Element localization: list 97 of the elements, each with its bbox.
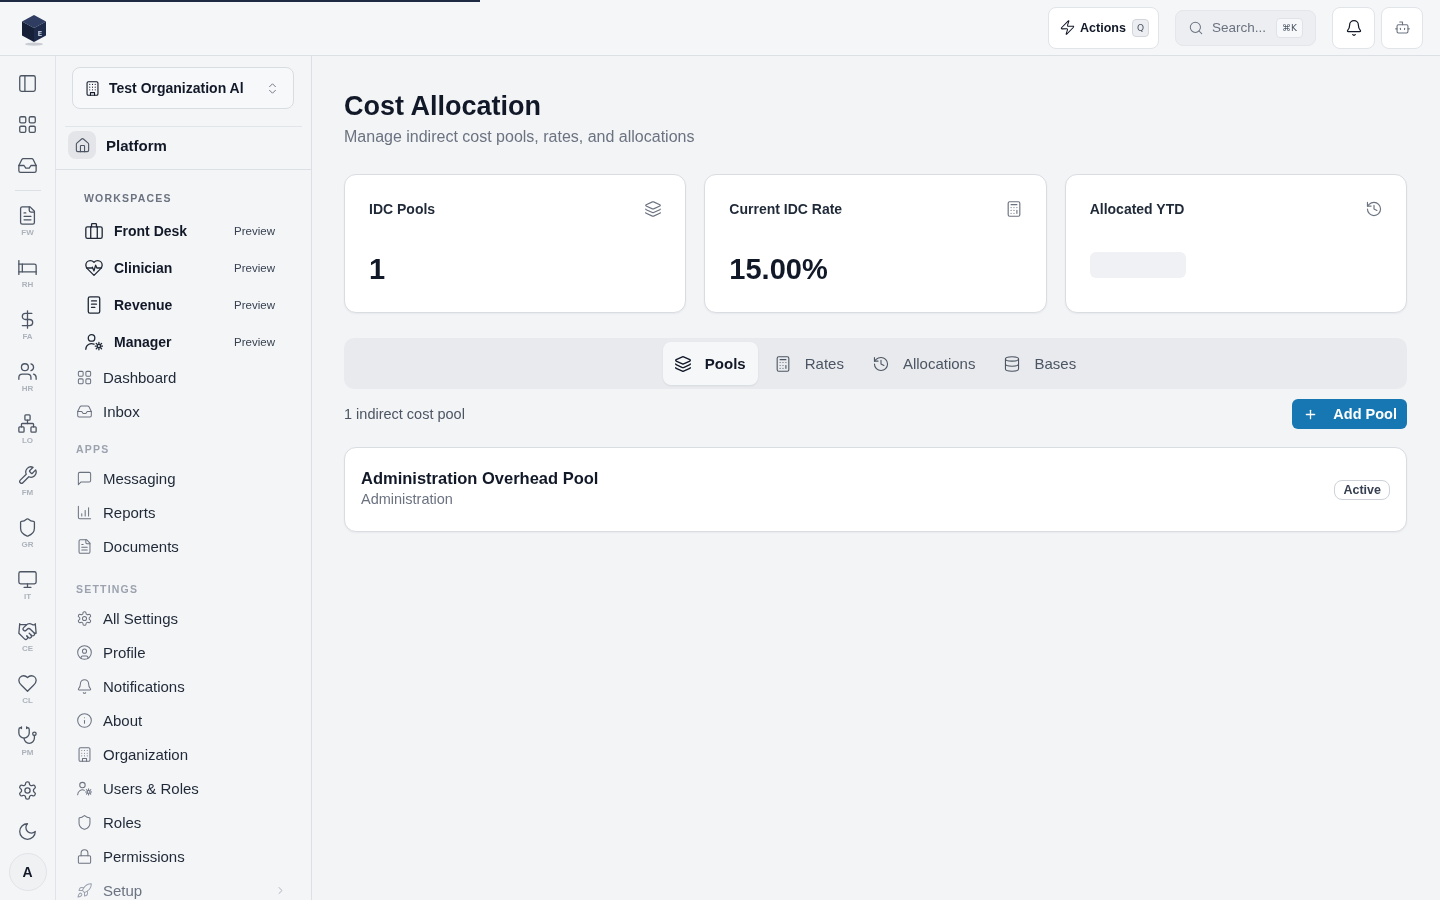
document-icon xyxy=(18,205,37,225)
nav-link[interactable]: Reports xyxy=(76,495,287,529)
document-lines-icon xyxy=(85,295,103,314)
section-heading: WORKSPACES xyxy=(84,191,173,205)
calculator-icon xyxy=(774,355,791,372)
keyboard-shortcut: Q xyxy=(1131,18,1149,37)
add-pool-button[interactable]: Add Pool xyxy=(1292,399,1407,429)
document-icon xyxy=(77,538,92,554)
robot-icon xyxy=(1394,20,1410,35)
grid-icon xyxy=(18,114,37,134)
settings-icon xyxy=(77,610,92,626)
preview-label: Preview xyxy=(234,261,275,274)
nav-link[interactable]: Documents xyxy=(76,529,287,563)
status-badge: Active xyxy=(1334,479,1390,500)
moon-icon xyxy=(18,821,37,841)
pool-name: Administration Overhead Pool xyxy=(361,467,599,488)
bar-chart-icon xyxy=(77,504,92,520)
tab[interactable]: Rates xyxy=(762,342,856,385)
nav-link[interactable]: Organization xyxy=(76,737,287,771)
calculator-icon xyxy=(1005,201,1022,217)
stat-label: IDC Pools xyxy=(369,201,436,217)
history-icon xyxy=(872,355,889,372)
nav-link[interactable]: Roles xyxy=(76,805,287,839)
monitor-icon xyxy=(18,569,37,589)
nav-link[interactable]: All Settings xyxy=(76,601,287,635)
preview-label: Preview xyxy=(234,298,275,311)
message-icon xyxy=(77,470,92,486)
search-icon xyxy=(1189,20,1203,35)
organization-switcher[interactable]: Test Organization Al xyxy=(72,67,294,109)
panel-icon xyxy=(18,73,37,93)
info-icon xyxy=(77,712,92,728)
nav-group-link[interactable]: Setup xyxy=(76,873,287,900)
heart-icon xyxy=(18,673,37,693)
actions-button[interactable]: Actions Q xyxy=(1048,6,1159,49)
people-icon xyxy=(18,361,37,381)
user-gear-icon xyxy=(77,780,92,796)
stat-label: Current IDC Rate xyxy=(729,201,843,217)
nav-link[interactable]: Messaging xyxy=(76,461,287,495)
tab[interactable]: Pools xyxy=(662,342,758,385)
handshake-icon xyxy=(18,621,37,641)
preview-label: Preview xyxy=(234,224,275,237)
nav-link[interactable]: Dashboard xyxy=(76,360,287,394)
section-heading: SETTINGS xyxy=(76,582,140,596)
nav-link[interactable]: Inbox xyxy=(76,394,287,428)
stat-value: 15.00% xyxy=(729,252,829,286)
shield-icon xyxy=(77,814,92,830)
workspace-link[interactable]: Front Desk xyxy=(85,221,188,240)
wrench-icon xyxy=(18,465,37,485)
database-icon xyxy=(1004,355,1021,372)
nav-link[interactable]: Users & Roles xyxy=(76,771,287,805)
nav-link[interactable]: About xyxy=(76,703,287,737)
hierarchy-icon xyxy=(18,413,37,433)
nav-link[interactable]: Profile xyxy=(76,635,287,669)
suitcase-icon xyxy=(85,221,103,240)
page-title: Cost Allocation xyxy=(344,90,542,123)
platform-link[interactable]: Platform xyxy=(68,131,299,159)
workspace-link[interactable]: Clinician xyxy=(85,258,173,277)
section-heading: APPS xyxy=(76,442,111,456)
chevrons-icon xyxy=(266,81,279,95)
workspace-link[interactable]: Revenue xyxy=(85,295,173,314)
notifications-button[interactable] xyxy=(1332,6,1375,49)
keyboard-shortcut: ⌘K xyxy=(1276,17,1303,38)
workspace-link[interactable]: Manager xyxy=(85,332,172,351)
bed-icon xyxy=(18,257,37,277)
stethoscope-icon xyxy=(18,725,37,745)
lock-icon xyxy=(77,848,92,864)
building-icon xyxy=(77,746,92,762)
bell-icon xyxy=(1345,19,1362,36)
user-circle-icon xyxy=(77,644,92,660)
pool-card[interactable]: Administration Overhead Pool Administration Active xyxy=(344,447,1407,532)
settings-icon xyxy=(18,780,37,800)
inbox-icon xyxy=(77,403,92,419)
lightning-icon xyxy=(1060,20,1076,35)
nav-link[interactable]: Notifications xyxy=(76,669,287,703)
preview-label: Preview xyxy=(234,335,275,348)
shield-icon xyxy=(18,517,37,537)
inbox-icon xyxy=(18,155,37,175)
layers-icon xyxy=(645,201,662,217)
pool-count: 1 indirect cost pool xyxy=(344,406,465,422)
nav-link[interactable]: Permissions xyxy=(76,839,287,873)
grid-icon xyxy=(77,369,92,385)
building-icon xyxy=(85,80,100,96)
bell-icon xyxy=(77,678,92,694)
rocket-icon xyxy=(77,882,92,898)
user-gear-icon xyxy=(85,332,103,351)
plus-icon xyxy=(1304,407,1318,421)
layers-icon xyxy=(674,355,691,372)
heart-pulse-icon xyxy=(85,258,103,277)
avatar-button[interactable]: A xyxy=(8,853,47,891)
stat-value: 1 xyxy=(369,252,387,286)
tab[interactable]: Allocations xyxy=(860,342,988,385)
tab[interactable]: Bases xyxy=(992,342,1089,385)
stat-label: Allocated YTD xyxy=(1089,201,1185,217)
pool-category: Administration xyxy=(361,489,454,508)
history-icon xyxy=(1366,201,1382,217)
page-subtitle: Manage indirect cost pools, rates, and allocations xyxy=(344,127,696,147)
home-icon xyxy=(68,131,96,159)
